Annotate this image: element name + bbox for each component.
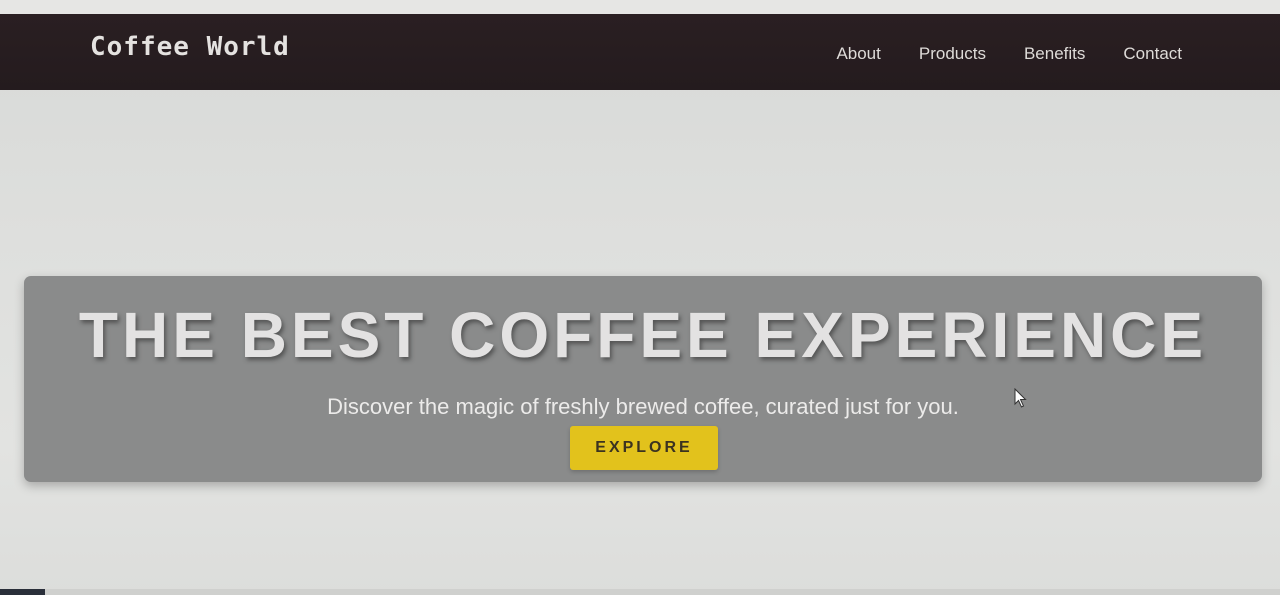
page: Coffee World About Products Benefits Con…: [0, 0, 1280, 595]
nav-link-products[interactable]: Products: [919, 44, 986, 64]
mouse-cursor-icon: [1014, 388, 1027, 408]
browser-top-strip: [0, 0, 1280, 14]
navbar: Coffee World About Products Benefits Con…: [0, 14, 1280, 90]
nav-link-contact[interactable]: Contact: [1123, 44, 1182, 64]
hero-subtitle: Discover the magic of freshly brewed cof…: [327, 394, 959, 419]
explore-button[interactable]: EXPLORE: [570, 426, 718, 470]
hero-banner: THE BEST COFFEE EXPERIENCE Discover the …: [24, 276, 1262, 482]
hero-title: THE BEST COFFEE EXPERIENCE: [78, 299, 1208, 371]
nav-links: About Products Benefits Contact: [836, 44, 1182, 64]
brand-logo[interactable]: Coffee World: [90, 32, 290, 62]
bottom-edge: [0, 589, 1280, 595]
nav-link-benefits[interactable]: Benefits: [1024, 44, 1085, 64]
nav-link-about[interactable]: About: [836, 44, 880, 64]
